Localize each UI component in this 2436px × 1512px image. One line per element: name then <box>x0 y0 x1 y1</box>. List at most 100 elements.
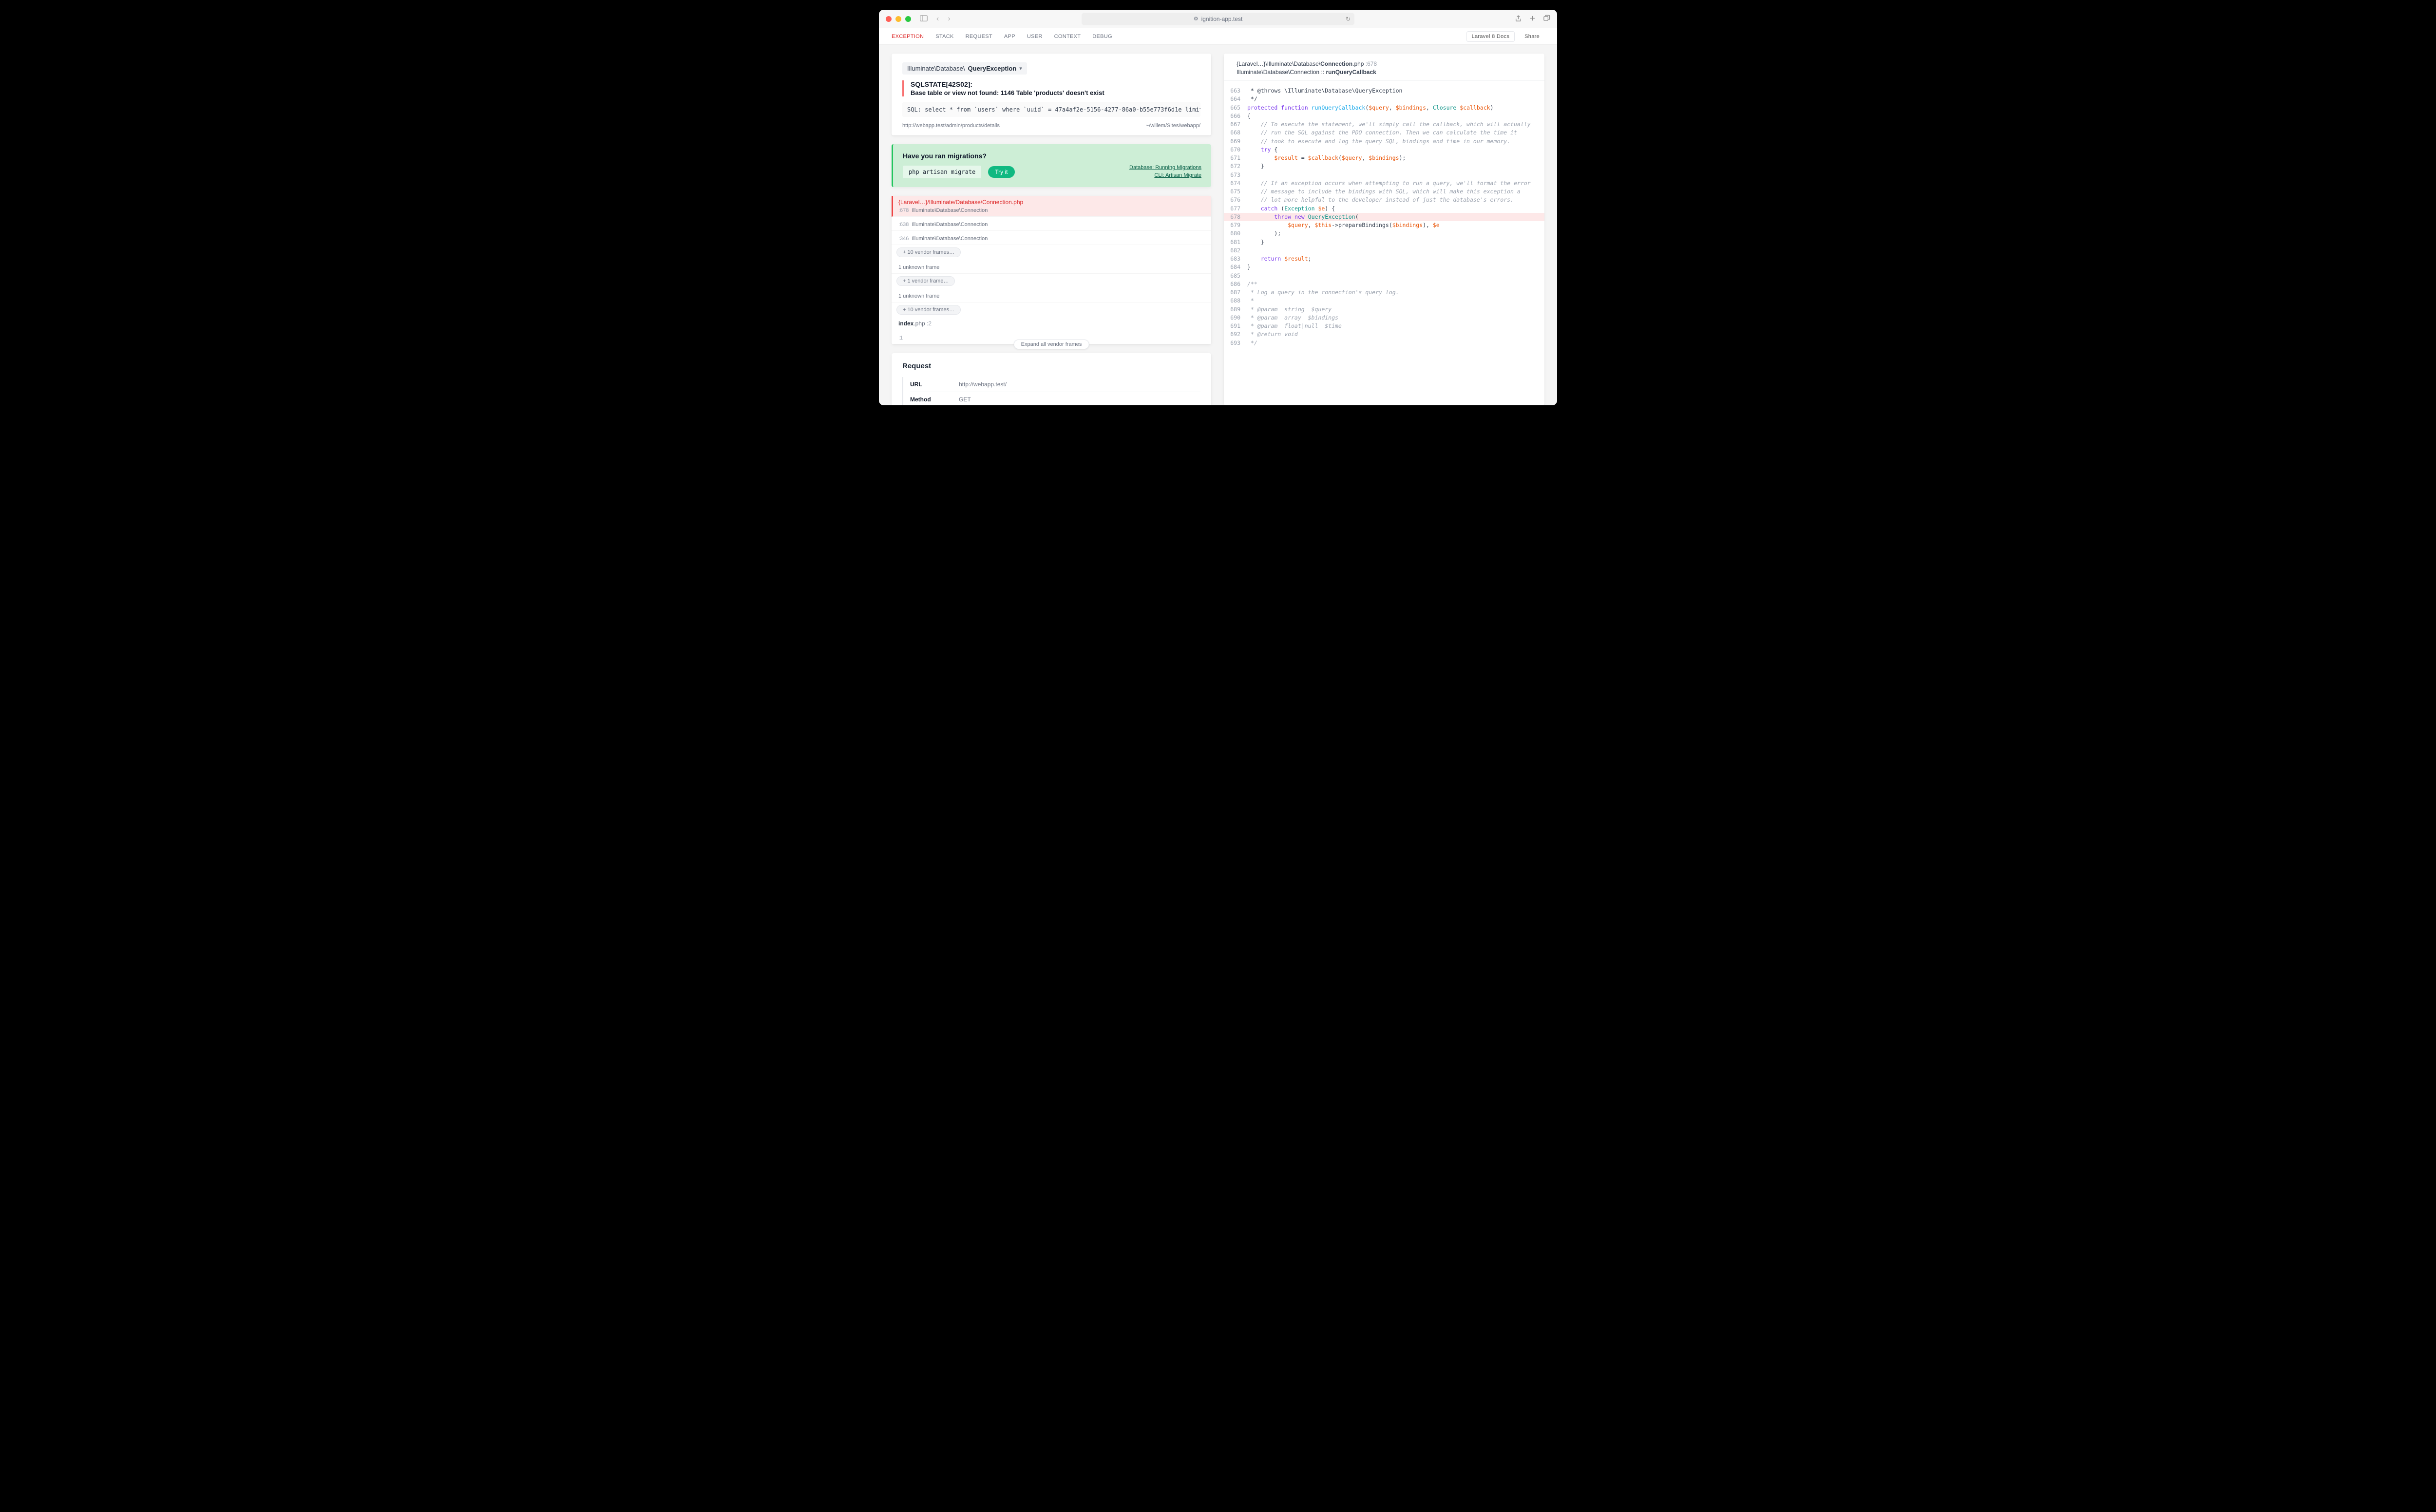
code-line: 676 // lot more helpful to the developer… <box>1224 196 1544 204</box>
toolbar-right <box>1515 15 1550 23</box>
tab-exception[interactable]: EXCEPTION <box>892 34 924 39</box>
code-line: 681 } <box>1224 238 1544 246</box>
code-text: /** <box>1247 280 1257 288</box>
code-text: catch (Exception $e) { <box>1247 205 1335 213</box>
code-text: { <box>1247 112 1251 120</box>
back-icon[interactable]: ‹ <box>936 15 939 23</box>
code-body[interactable]: 663 * @throws \Illuminate\Database\Query… <box>1224 81 1544 347</box>
code-viewer: {Laravel…}\Illuminate\Database\Connectio… <box>1224 54 1544 405</box>
code-line: 679 $query, $this->prepareBindings($bind… <box>1224 221 1544 229</box>
line-number: 692 <box>1224 330 1247 339</box>
code-header: {Laravel…}\Illuminate\Database\Connectio… <box>1224 60 1544 81</box>
stack-frame[interactable]: 1 unknown frame <box>892 260 1211 274</box>
code-text: * <box>1247 297 1254 305</box>
expand-all-button[interactable]: Expand all vendor frames <box>1014 340 1089 349</box>
line-number: 666 <box>1224 112 1247 120</box>
line-number: 677 <box>1224 205 1247 213</box>
code-text: throw new QueryException( <box>1247 213 1359 221</box>
code-line: 677 catch (Exception $e) { <box>1224 205 1544 213</box>
share-icon[interactable] <box>1515 15 1522 23</box>
tab-stack[interactable]: STACK <box>935 34 953 39</box>
close-window-icon[interactable] <box>886 16 892 22</box>
code-line: 675 // message to include the bindings w… <box>1224 188 1544 196</box>
stack-frame[interactable]: index.php :2 <box>892 317 1211 330</box>
line-number: 691 <box>1224 322 1247 330</box>
collapsed-frames-toggle[interactable]: + 1 vendor frame… <box>896 276 955 286</box>
code-line: 674 // If an exception occurs when attem… <box>1224 179 1544 188</box>
stack-frame[interactable]: 1 unknown frame <box>892 288 1211 302</box>
exception-detail: Base table or view not found: 1146 Table… <box>911 89 1200 96</box>
sidebar-toggle-icon[interactable] <box>920 15 928 23</box>
code-line: 693 */ <box>1224 339 1544 347</box>
new-tab-icon[interactable] <box>1529 15 1536 23</box>
code-text: // To execute the statement, we'll simpl… <box>1247 120 1531 129</box>
code-line: 691 * @param float|null $time <box>1224 322 1544 330</box>
line-number: 678 <box>1224 213 1247 221</box>
tab-app[interactable]: APP <box>1004 34 1015 39</box>
try-it-button[interactable]: Try it <box>988 166 1014 178</box>
code-line: 666{ <box>1224 112 1544 120</box>
code-line: 680 ); <box>1224 229 1544 238</box>
solution-link-1[interactable]: Database: Running Migrations <box>1129 165 1201 170</box>
exception-sqlstate: SQLSTATE[42S02]: <box>911 80 1200 88</box>
address-bar[interactable]: ⚙︎ ignition-app.test ↻ <box>1082 13 1354 25</box>
tab-context[interactable]: CONTEXT <box>1054 34 1081 39</box>
line-number: 669 <box>1224 137 1247 146</box>
line-number: 665 <box>1224 104 1247 112</box>
stack-frame[interactable]: :346Illuminate\Database\Connection <box>892 231 1211 245</box>
code-line: 692 * @return void <box>1224 330 1544 339</box>
minimize-window-icon[interactable] <box>895 16 901 22</box>
code-line: 670 try { <box>1224 146 1544 154</box>
line-number: 681 <box>1224 238 1247 246</box>
chevron-down-icon: ▾ <box>1019 65 1022 72</box>
request-row: URLhttp://webapp.test/ <box>910 377 1200 392</box>
tab-debug[interactable]: DEBUG <box>1092 34 1112 39</box>
code-text: * @param float|null $time <box>1247 322 1342 330</box>
exception-sql: SQL: select * from `users` where `uuid` … <box>902 102 1200 117</box>
stack-frame[interactable]: :638Illuminate\Database\Connection <box>892 217 1211 231</box>
line-number: 674 <box>1224 179 1247 188</box>
line-number: 693 <box>1224 339 1247 347</box>
exception-class-selector[interactable]: Illuminate\Database\QueryException ▾ <box>902 62 1027 75</box>
code-text: */ <box>1247 339 1257 347</box>
code-line: 685 <box>1224 272 1544 280</box>
code-line: 669 // took to execute and log the query… <box>1224 137 1544 146</box>
code-line: 668 // run the SQL against the PDO conne… <box>1224 129 1544 137</box>
stack-frame[interactable]: {Laravel…}/Illuminate/Database/Connectio… <box>892 196 1211 217</box>
line-number: 685 <box>1224 272 1247 280</box>
tab-nav-items: EXCEPTION STACK REQUEST APP USER CONTEXT… <box>892 34 1112 39</box>
tab-nav: EXCEPTION STACK REQUEST APP USER CONTEXT… <box>879 28 1557 45</box>
code-line: 667 // To execute the statement, we'll s… <box>1224 120 1544 129</box>
solution-title: Have you ran migrations? <box>903 152 1015 160</box>
reload-icon[interactable]: ↻ <box>1346 16 1351 22</box>
line-number: 668 <box>1224 129 1247 137</box>
request-row: MethodGET <box>910 392 1200 405</box>
line-number: 673 <box>1224 171 1247 179</box>
collapsed-frames-toggle[interactable]: + 10 vendor frames… <box>896 247 961 257</box>
tabs-overview-icon[interactable] <box>1543 15 1550 23</box>
solution-command: php artisan migrate <box>903 166 981 178</box>
maximize-window-icon[interactable] <box>905 16 911 22</box>
request-card: Request URLhttp://webapp.test/ MethodGET… <box>892 353 1211 405</box>
solution-link-2[interactable]: CLI: Artisan Migrate <box>1154 172 1201 178</box>
project-path: ~/willem/Sites/webapp/ <box>1146 123 1200 129</box>
line-number: 676 <box>1224 196 1247 204</box>
code-text: // message to include the bindings with … <box>1247 188 1521 196</box>
code-line: 683 return $result; <box>1224 255 1544 263</box>
line-number: 671 <box>1224 154 1247 162</box>
line-number: 679 <box>1224 221 1247 229</box>
forward-icon[interactable]: › <box>948 15 950 23</box>
line-number: 683 <box>1224 255 1247 263</box>
line-number: 690 <box>1224 314 1247 322</box>
line-number: 664 <box>1224 95 1247 103</box>
line-number: 663 <box>1224 87 1247 95</box>
share-button[interactable]: Share <box>1520 32 1544 41</box>
tab-request[interactable]: REQUEST <box>966 34 992 39</box>
exception-namespace: Illuminate\Database\ <box>907 65 965 72</box>
docs-link[interactable]: Laravel 8 Docs <box>1466 31 1515 42</box>
code-text: // took to execute and log the query SQL… <box>1247 137 1510 146</box>
line-number: 667 <box>1224 120 1247 129</box>
exception-card: Illuminate\Database\QueryException ▾ SQL… <box>892 54 1211 135</box>
collapsed-frames-toggle[interactable]: + 10 vendor frames… <box>896 305 961 315</box>
tab-user[interactable]: USER <box>1027 34 1043 39</box>
